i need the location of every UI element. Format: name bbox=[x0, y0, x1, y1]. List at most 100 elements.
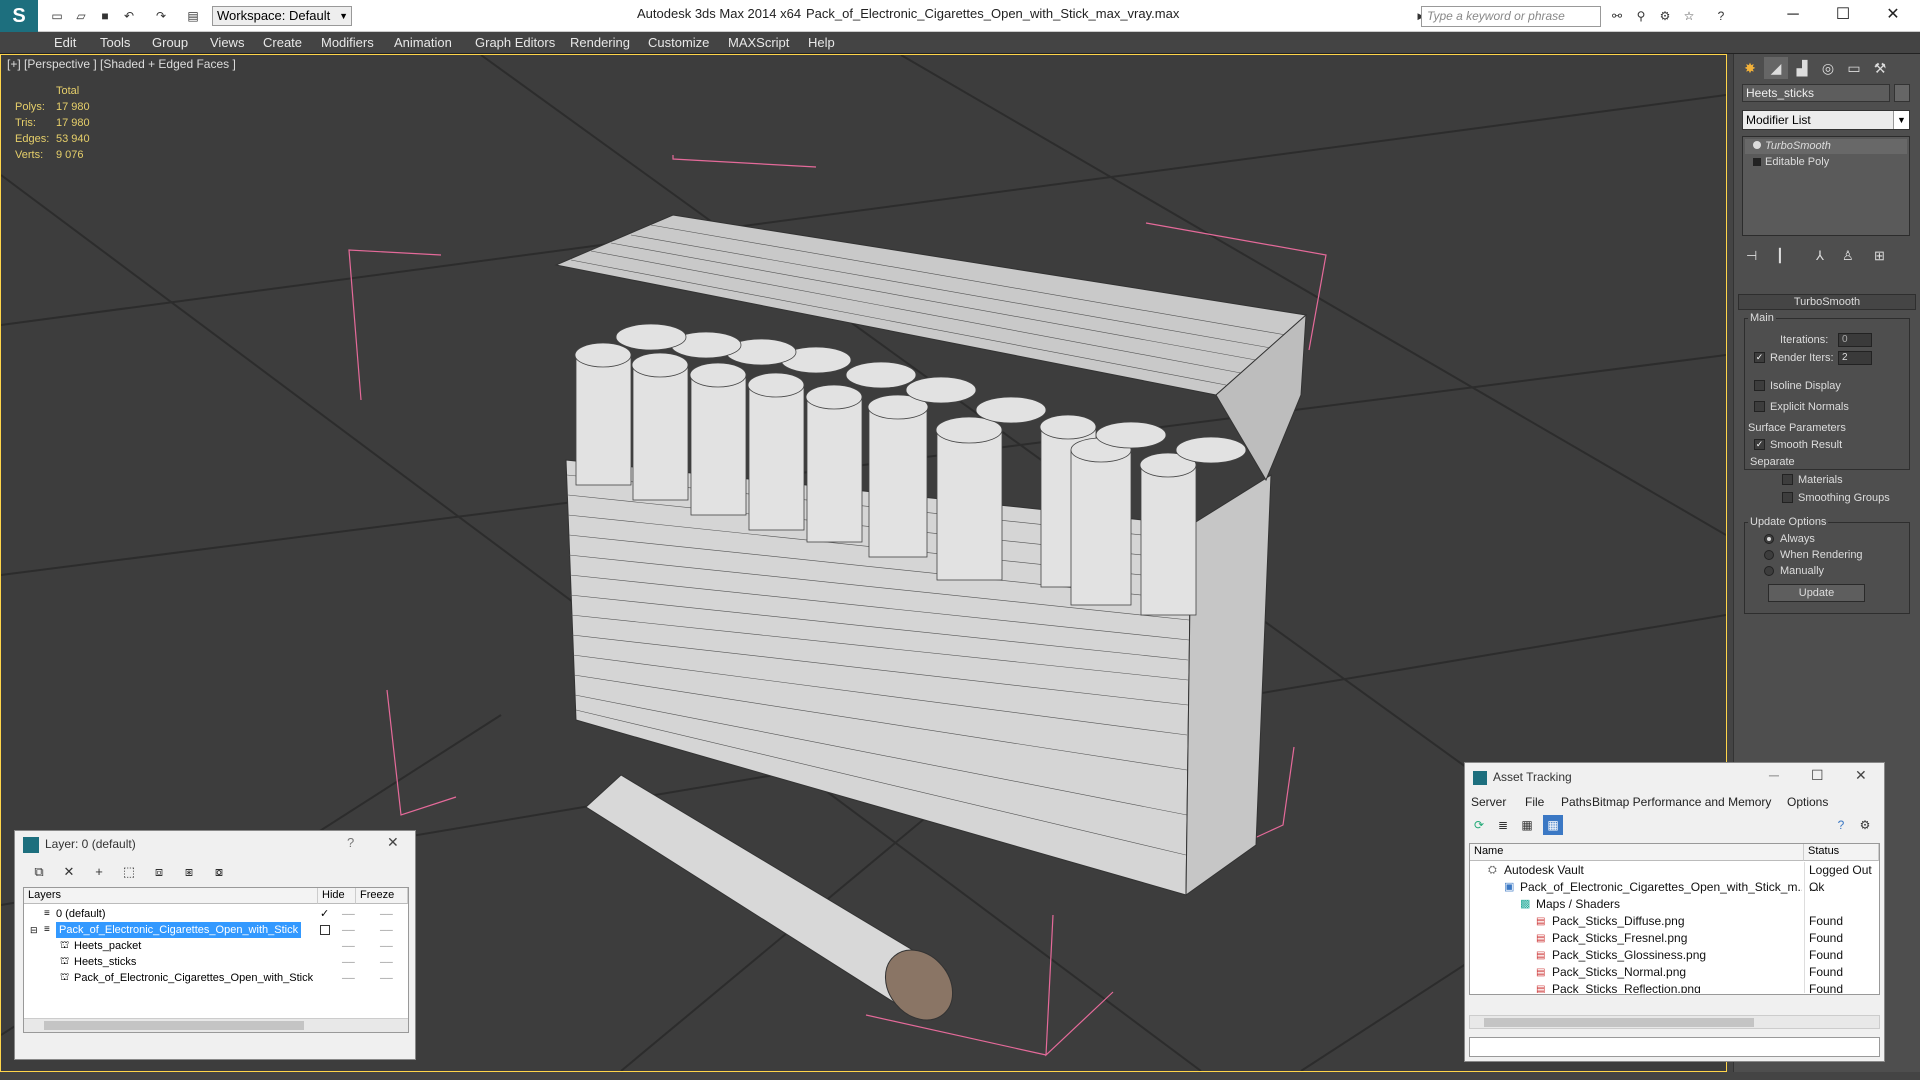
scrollbar-thumb[interactable] bbox=[44, 1021, 304, 1030]
subscription-icon[interactable]: ⚲ bbox=[1632, 8, 1650, 24]
table-row[interactable]: ▤ Pack_Sticks_Normal.png Found bbox=[1470, 964, 1879, 981]
freeze-toggle[interactable]: ── bbox=[380, 954, 393, 970]
always-radio[interactable] bbox=[1764, 534, 1774, 544]
create-layer-icon[interactable]: ⧉ bbox=[29, 862, 49, 882]
hide-toggle[interactable]: ── bbox=[342, 970, 355, 986]
layer-row[interactable]: ⛫ Pack_of_Electronic_Cigarettes_Open_wit… bbox=[24, 970, 408, 986]
utilities-tab-icon[interactable]: ⚒ bbox=[1868, 57, 1892, 79]
detail-view-icon[interactable]: ▦ bbox=[1517, 815, 1537, 835]
maximize-button[interactable]: ☐ bbox=[1820, 2, 1866, 28]
hierarchy-tab-icon[interactable]: ▟ bbox=[1790, 57, 1814, 79]
scrollbar-thumb[interactable] bbox=[1484, 1018, 1754, 1027]
menu-rendering[interactable]: Rendering bbox=[570, 35, 630, 50]
explicit-normals-checkbox[interactable] bbox=[1754, 401, 1765, 412]
menu-help[interactable]: Help bbox=[808, 35, 835, 50]
select-objects-icon[interactable]: ⬚ bbox=[119, 862, 139, 882]
close-button[interactable]: ✕ bbox=[387, 834, 399, 851]
when-rendering-radio[interactable] bbox=[1764, 550, 1774, 560]
hide-toggle[interactable]: ── bbox=[342, 906, 355, 922]
render-iters-spinner[interactable]: 2 bbox=[1838, 351, 1872, 365]
freeze-toggle[interactable]: ── bbox=[380, 906, 393, 922]
new-file-icon[interactable]: ▭ bbox=[48, 8, 66, 24]
menu-file[interactable]: File bbox=[1525, 795, 1544, 809]
help-button[interactable]: ? bbox=[347, 835, 354, 850]
delete-layer-icon[interactable]: ✕ bbox=[59, 862, 79, 882]
pin-stack-icon[interactable]: ⊣ bbox=[1746, 248, 1757, 264]
horizontal-scrollbar[interactable] bbox=[1469, 1015, 1880, 1029]
table-row[interactable]: ▤ Pack_Sticks_Reflection.png Found bbox=[1470, 981, 1879, 993]
menu-bitmap-performance[interactable]: Bitmap Performance and Memory bbox=[1592, 795, 1771, 809]
menu-views[interactable]: Views bbox=[210, 35, 244, 50]
stack-item-editable-poly[interactable]: Editable Poly bbox=[1745, 155, 1907, 170]
column-header-layers[interactable]: Layers bbox=[24, 888, 318, 904]
close-button[interactable]: ✕ bbox=[1870, 2, 1916, 28]
object-color-swatch[interactable] bbox=[1894, 84, 1910, 102]
table-row[interactable]: ▩ Maps / Shaders bbox=[1470, 896, 1879, 913]
asset-path-field[interactable] bbox=[1469, 1037, 1880, 1057]
layer-row[interactable]: ≡ 0 (default) ✓ ── ── bbox=[24, 906, 408, 922]
make-unique-icon[interactable]: ⅄ bbox=[1816, 248, 1824, 264]
column-header-freeze[interactable]: Freeze bbox=[356, 888, 408, 904]
viewport-label[interactable]: [+] [Perspective ] [Shaded + Edged Faces… bbox=[7, 57, 236, 71]
add-to-layer-icon[interactable]: + bbox=[89, 862, 109, 882]
menu-paths[interactable]: Paths bbox=[1561, 795, 1592, 809]
app-logo-icon[interactable]: S bbox=[0, 0, 38, 32]
search-input[interactable]: Type a keyword or phrase bbox=[1421, 6, 1601, 27]
menu-options[interactable]: Options bbox=[1787, 795, 1828, 809]
open-file-icon[interactable]: ▱ bbox=[72, 8, 90, 24]
menu-tools[interactable]: Tools bbox=[100, 35, 130, 50]
display-tab-icon[interactable]: ▭ bbox=[1842, 57, 1866, 79]
redo-icon[interactable]: ↷ bbox=[152, 8, 170, 24]
menu-group[interactable]: Group bbox=[152, 35, 188, 50]
iterations-spinner[interactable]: 0 bbox=[1838, 333, 1872, 347]
light-bulb-icon[interactable] bbox=[1753, 141, 1761, 149]
smoothing-groups-checkbox[interactable] bbox=[1782, 492, 1793, 503]
freeze-toggle[interactable]: ── bbox=[380, 922, 393, 938]
project-folder-icon[interactable]: ▤ bbox=[184, 8, 202, 24]
binoculars-icon[interactable]: ⚯ bbox=[1608, 8, 1626, 24]
layer-row[interactable]: ⛫ Heets_packet ── ── bbox=[24, 938, 408, 954]
freeze-toggle[interactable]: ── bbox=[380, 938, 393, 954]
hide-toggle[interactable]: ── bbox=[342, 922, 355, 938]
menu-maxscript[interactable]: MAXScript bbox=[728, 35, 789, 50]
turbosmooth-rollout-title[interactable]: TurboSmooth bbox=[1738, 294, 1916, 310]
materials-checkbox[interactable] bbox=[1782, 474, 1793, 485]
minimize-button[interactable]: ─ bbox=[1770, 2, 1816, 28]
settings-icon[interactable]: ⚙ bbox=[1855, 815, 1875, 835]
layer-row[interactable]: ⛫ Heets_sticks ── ── bbox=[24, 954, 408, 970]
table-row[interactable]: ▤ Pack_Sticks_Fresnel.png Found bbox=[1470, 930, 1879, 947]
undo-icon[interactable]: ↶ bbox=[120, 8, 138, 24]
configure-sets-icon[interactable]: ⊞ bbox=[1874, 248, 1885, 264]
table-row[interactable]: ▤ Pack_Sticks_Diffuse.png Found bbox=[1470, 913, 1879, 930]
list-view-icon[interactable]: ≣ bbox=[1493, 815, 1513, 835]
show-end-result-icon[interactable]: ┃ bbox=[1776, 248, 1784, 264]
help-icon[interactable]: ? bbox=[1831, 815, 1851, 835]
layer-row[interactable]: ⊟ ≡ Pack_of_Electronic_Cigarettes_Open_w… bbox=[24, 922, 408, 938]
column-header-hide[interactable]: Hide bbox=[318, 888, 356, 904]
hide-all-icon[interactable]: ⧆ bbox=[179, 862, 199, 882]
collapse-toggle-icon[interactable] bbox=[1753, 158, 1761, 166]
modifier-list-dropdown[interactable]: Modifier List ▼ bbox=[1742, 110, 1910, 130]
freeze-all-icon[interactable]: ⧇ bbox=[209, 862, 229, 882]
expand-icon[interactable]: ⊟ bbox=[30, 922, 38, 938]
smooth-result-checkbox[interactable]: ✓ bbox=[1754, 439, 1765, 450]
isoline-display-checkbox[interactable] bbox=[1754, 380, 1765, 391]
horizontal-scrollbar[interactable] bbox=[24, 1018, 408, 1032]
hide-toggle[interactable]: ── bbox=[342, 938, 355, 954]
menu-create[interactable]: Create bbox=[263, 35, 302, 50]
communication-center-icon[interactable]: ⚙ bbox=[1656, 8, 1674, 24]
menu-customize[interactable]: Customize bbox=[648, 35, 709, 50]
create-tab-icon[interactable]: ✸ bbox=[1738, 57, 1762, 79]
close-button[interactable]: ✕ bbox=[1855, 767, 1867, 784]
table-row[interactable]: ⛭ Autodesk Vault Logged Out ... bbox=[1470, 862, 1879, 894]
save-icon[interactable]: ■ bbox=[96, 8, 114, 24]
menu-animation[interactable]: Animation bbox=[394, 35, 452, 50]
modify-tab-icon[interactable]: ◢ bbox=[1764, 57, 1788, 79]
help-icon[interactable]: ? bbox=[1712, 8, 1730, 24]
menu-modifiers[interactable]: Modifiers bbox=[321, 35, 374, 50]
maximize-button[interactable]: ☐ bbox=[1811, 767, 1824, 784]
motion-tab-icon[interactable]: ◎ bbox=[1816, 57, 1840, 79]
object-name-field[interactable]: Heets_sticks bbox=[1742, 84, 1890, 102]
menu-graph-editors[interactable]: Graph Editors bbox=[475, 35, 555, 50]
hide-toggle[interactable]: ── bbox=[342, 954, 355, 970]
